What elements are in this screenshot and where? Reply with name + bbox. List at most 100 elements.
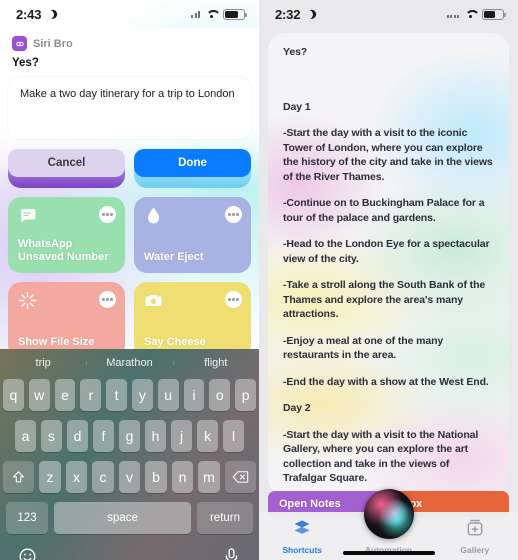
status-time-text: 2:43 [16, 6, 42, 22]
key-m[interactable]: m [198, 461, 220, 493]
siri-input-dialog: Siri Bro Yes? Make a two day itinerary f… [0, 28, 259, 189]
backspace-icon[interactable] [224, 461, 257, 493]
result-paragraph: -Start the day with a visit to the Natio… [283, 428, 479, 485]
space-key[interactable]: space [54, 502, 191, 534]
result-text-body: Yes? Day 1 -Start the day with a visit t… [268, 33, 509, 495]
keyboard-row-1: q w e r t y u i o p [3, 379, 256, 411]
dialog-header: Siri Bro [8, 34, 251, 57]
result-paragraph: -Enjoy a meal at one of the many restaur… [283, 334, 444, 362]
key-k[interactable]: k [197, 420, 218, 452]
card-more-button[interactable] [225, 291, 242, 308]
key-x[interactable]: x [65, 461, 88, 493]
dialog-app-name: Siri Bro [33, 37, 73, 50]
camera-icon [144, 291, 163, 310]
tab-shortcuts[interactable]: Shortcuts [259, 512, 345, 560]
siri-result-sheet: Yes? Day 1 -Start the day with a visit t… [268, 33, 509, 495]
key-e[interactable]: e [54, 379, 76, 411]
dual-screenshot: Siri Bro GPT Mode WhatsApp Unsaved Numbe… [0, 0, 518, 560]
key-l[interactable]: l [223, 420, 244, 452]
dialog-prompt: Yes? [12, 57, 39, 69]
keyboard-rows: q w e r t y u i o p a s d f g h j k l z … [0, 377, 259, 534]
card-more-button[interactable] [99, 291, 116, 308]
tab-gallery[interactable]: Gallery [432, 512, 518, 560]
keyboard-bottom-bar [0, 543, 259, 560]
card-title-line1: WhatsApp [18, 238, 73, 250]
key-j[interactable]: j [171, 420, 192, 452]
key-p[interactable]: p [235, 379, 256, 411]
status-indicators [446, 8, 506, 20]
key-s[interactable]: s [41, 420, 62, 452]
key-t[interactable]: t [106, 379, 127, 411]
suggestion-chip[interactable]: flight [172, 357, 259, 369]
shortcut-card-title: Water Eject [144, 251, 204, 263]
signal-dots-icon [191, 10, 200, 18]
result-paragraph: -Start the day with a visit to the iconi… [283, 127, 493, 183]
keyboard-row-4: 123 space return [3, 502, 256, 534]
shortcuts-icon [292, 518, 312, 543]
key-w[interactable]: w [28, 379, 50, 411]
key-i[interactable]: i [183, 379, 205, 411]
key-d[interactable]: d [67, 420, 88, 452]
cancel-button[interactable]: Cancel [8, 149, 125, 177]
key-q[interactable]: q [3, 379, 24, 411]
return-key[interactable]: return [197, 502, 253, 534]
tab-label: Gallery [460, 544, 490, 555]
battery-icon [223, 8, 247, 20]
keyboard-suggestion-bar: trip Marathon flight [0, 349, 259, 377]
home-indicator [342, 551, 435, 555]
message-bubble-icon [18, 206, 37, 225]
key-f[interactable]: f [93, 420, 114, 452]
key-n[interactable]: n [171, 461, 194, 493]
status-time: 2:43 [16, 7, 54, 22]
key-b[interactable]: b [145, 461, 167, 493]
onscreen-keyboard: trip Marathon flight q w e r t y u i o p [0, 349, 259, 560]
key-y[interactable]: y [132, 379, 153, 411]
key-v[interactable]: v [118, 461, 141, 493]
siri-orb-icon[interactable] [363, 489, 414, 539]
shortcut-card-title: WhatsApp Unsaved Number [18, 238, 115, 264]
key-r[interactable]: r [80, 379, 102, 411]
result-paragraph: -Head to the London Eye for a spectacula… [283, 238, 490, 265]
card-more-button[interactable] [225, 206, 242, 223]
right-phone-screen: 2:32 Yes? Day 1 -Start the day with a vi… [259, 0, 518, 560]
shortcut-card-water-eject[interactable]: Water Eject [134, 197, 251, 273]
key-a[interactable]: a [15, 420, 36, 452]
dialog-actions: Cancel Done [8, 149, 251, 177]
wifi-icon [464, 9, 477, 19]
key-h[interactable]: h [145, 420, 166, 452]
key-u[interactable]: u [157, 379, 179, 411]
result-greeting: Yes? [283, 46, 308, 58]
microphone-icon[interactable] [222, 547, 241, 560]
siri-bro-app-icon [12, 36, 27, 51]
key-g[interactable]: g [119, 420, 140, 452]
shortcut-card-say-cheese[interactable]: Say Cheese [134, 282, 251, 358]
emoji-icon[interactable] [18, 547, 37, 560]
shortcut-card-title: Say Cheese [144, 336, 206, 348]
water-drop-icon [144, 206, 163, 225]
key-o[interactable]: o [209, 379, 231, 411]
shift-icon[interactable] [2, 461, 35, 493]
crescent-moon-icon [44, 8, 56, 20]
suggestion-chip[interactable]: trip [0, 357, 86, 369]
result-paragraph: -Take a stroll along the South Bank of t… [283, 279, 486, 320]
suggestion-chip[interactable]: Marathon [86, 357, 172, 369]
tab-label: Shortcuts [282, 544, 322, 555]
result-paragraph: Day 1 [283, 100, 311, 113]
wifi-icon [205, 9, 218, 19]
keyboard-row-2: a s d f g h j k l [3, 420, 256, 452]
numbers-key[interactable]: 123 [6, 502, 48, 534]
result-paragraph: -End the day with a show at the West End… [283, 375, 489, 388]
done-button[interactable]: Done [134, 149, 251, 177]
keyboard-row-3: z x c v b n m [2, 461, 257, 493]
request-input[interactable]: Make a two day itinerary for a trip to L… [8, 77, 251, 139]
card-more-button[interactable] [99, 206, 116, 223]
shortcut-card-title: Show File Size [18, 336, 95, 348]
left-phone-screen: Siri Bro GPT Mode WhatsApp Unsaved Numbe… [0, 0, 259, 560]
key-z[interactable]: z [39, 461, 61, 493]
status-time: 2:32 [275, 7, 313, 22]
shortcut-card-show-file-size[interactable]: Show File Size [8, 282, 125, 358]
key-c[interactable]: c [92, 461, 114, 493]
result-paragraph: -Continue on to Buckingham Palace for a … [283, 197, 485, 224]
shortcut-card-whatsapp[interactable]: WhatsApp Unsaved Number [8, 197, 125, 273]
battery-icon [482, 8, 506, 20]
